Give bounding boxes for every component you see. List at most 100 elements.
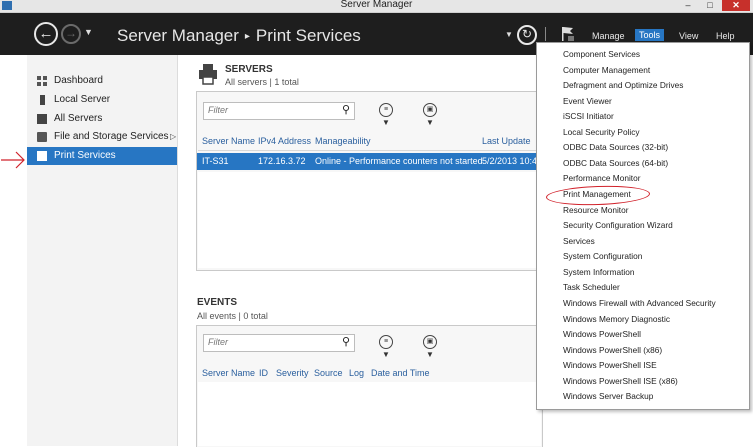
arrow-left-icon: ← [38,25,54,42]
column-header-last-update[interactable]: Last Update [482,136,531,146]
tools-menu-item[interactable]: Windows PowerShell ISE (x86) [563,376,678,386]
breadcrumb-separator: ▸ [244,31,250,42]
cell-manageability: Online - Performance counters not starte… [315,156,483,166]
servers-list-area [198,172,541,268]
chevron-down-icon: ▼ [382,350,390,359]
breadcrumb-root[interactable]: Server Manager [117,26,239,45]
server-icon [40,95,45,105]
save-query-button[interactable]: ▣▼ [423,335,445,359]
close-button[interactable]: ✕ [722,0,750,11]
window-title: Server Manager [340,0,413,10]
sidebar-item-label: File and Storage Services [54,131,169,142]
events-panel: Filter ⚲ ≡▼ ▣▼ Server Name ID Severity S… [196,325,543,447]
tools-menu-item[interactable]: Windows PowerShell [563,329,641,339]
search-icon[interactable]: ⚲ [342,335,350,348]
servers-icon [37,114,47,124]
save-query-icon: ▣ [423,103,437,117]
forward-button[interactable]: → [61,24,81,44]
cell-ipv4: 172.16.3.72 [258,156,306,166]
table-row[interactable]: IT-S31 172.16.3.72 Online - Performance … [197,153,542,170]
search-icon[interactable]: ⚲ [342,103,350,116]
header-dropdown-icon[interactable]: ▼ [505,30,513,39]
events-list-area [198,382,541,446]
list-options-button[interactable]: ≡▼ [379,103,401,127]
servers-title: SERVERS [225,64,273,75]
column-header-log[interactable]: Log [349,368,364,378]
tools-menu-item[interactable]: Local Security Policy [563,127,640,137]
refresh-icon: ↻ [521,27,533,41]
events-title: EVENTS [197,297,238,308]
list-options-button[interactable]: ≡▼ [379,335,401,359]
tools-menu-item[interactable]: Resource Monitor [563,205,628,215]
notifications-flag-icon[interactable] [561,26,575,42]
sidebar-item-local-server[interactable]: Local Server [27,91,177,109]
tools-menu-item[interactable]: ODBC Data Sources (32-bit) [563,142,668,152]
tools-menu-item[interactable]: Computer Management [563,65,650,75]
tools-menu-item[interactable]: Windows Firewall with Advanced Security [563,298,716,308]
servers-subtitle: All servers | 1 total [225,77,299,87]
chevron-right-icon[interactable]: ▷ [170,128,176,146]
tools-dropdown-menu: Component Services Computer Management D… [536,42,750,410]
events-filter-input[interactable]: Filter ⚲ [203,334,355,352]
menu-view[interactable]: View [679,31,698,41]
menu-manage[interactable]: Manage [592,31,625,41]
servers-filter-input[interactable]: Filter ⚲ [203,102,355,120]
maximize-button[interactable]: □ [700,0,720,11]
header-divider [198,150,541,151]
back-button[interactable]: ← [34,22,58,46]
tools-menu-item[interactable]: Windows PowerShell ISE [563,360,657,370]
sidebar-item-dashboard[interactable]: Dashboard [27,72,177,90]
events-subtitle: All events | 0 total [197,311,268,321]
save-query-icon: ▣ [423,335,437,349]
column-header-id[interactable]: ID [259,368,268,378]
breadcrumb-current: Print Services [255,26,361,45]
column-header-ipv4[interactable]: IPv4 Address [258,136,311,146]
tools-menu-item[interactable]: Component Services [563,49,640,59]
save-query-button[interactable]: ▣▼ [423,103,445,127]
menu-tools[interactable]: Tools [635,29,665,41]
list-options-icon: ≡ [379,335,393,349]
tools-menu-item[interactable]: System Configuration [563,251,642,261]
column-header-server-name[interactable]: Server Name [202,136,255,146]
printer-icon [199,64,217,85]
nav-history-dropdown[interactable]: ▼ [84,27,93,37]
tools-menu-item[interactable]: iSCSI Initiator [563,111,614,121]
breadcrumb: Server Manager ▸ Print Services [117,26,361,46]
tools-menu-item[interactable]: System Information [563,267,634,277]
chevron-down-icon: ▼ [426,118,434,127]
arrow-right-icon: → [65,26,77,40]
refresh-button[interactable]: ↻ [517,25,537,45]
chevron-down-icon: ▼ [426,350,434,359]
cell-server-name: IT-S31 [202,156,229,166]
menu-help[interactable]: Help [716,31,735,41]
tools-menu-item[interactable]: Windows PowerShell (x86) [563,345,662,355]
filter-placeholder: Filter [208,337,228,347]
sidebar-item-all-servers[interactable]: All Servers [27,110,177,128]
column-header-server-name[interactable]: Server Name [202,368,255,378]
tools-menu-item[interactable]: Windows Server Backup [563,391,653,401]
cell-last-update: 5/2/2013 10:4 [482,156,538,166]
tools-menu-item[interactable]: Performance Monitor [563,173,640,183]
sidebar-item-print-services[interactable]: Print Services [27,147,177,165]
filter-placeholder: Filter [208,105,228,115]
sidebar-item-label: Dashboard [54,75,103,86]
column-header-manageability[interactable]: Manageability [315,136,371,146]
tools-menu-item[interactable]: Security Configuration Wizard [563,220,673,230]
header-divider [545,27,546,41]
tools-menu-item[interactable]: ODBC Data Sources (64-bit) [563,158,668,168]
column-header-date-time[interactable]: Date and Time [371,368,430,378]
servers-panel: Filter ⚲ ≡▼ ▣▼ Server Name IPv4 Address … [196,91,543,271]
printer-icon [37,151,47,161]
tools-menu-item[interactable]: Services [563,236,595,246]
column-header-severity[interactable]: Severity [276,368,309,378]
tools-menu-item[interactable]: Event Viewer [563,96,612,106]
tools-menu-item[interactable]: Task Scheduler [563,282,620,292]
sidebar-item-label: Local Server [54,94,111,105]
column-header-source[interactable]: Source [314,368,343,378]
tools-menu-item[interactable]: Windows Memory Diagnostic [563,314,670,324]
minimize-button[interactable]: – [678,0,698,11]
title-bar: Server Manager – □ ✕ [0,0,753,13]
file-storage-icon [37,132,47,142]
sidebar-item-file-storage[interactable]: File and Storage Services ▷ [27,128,177,146]
tools-menu-item[interactable]: Defragment and Optimize Drives [563,80,683,90]
